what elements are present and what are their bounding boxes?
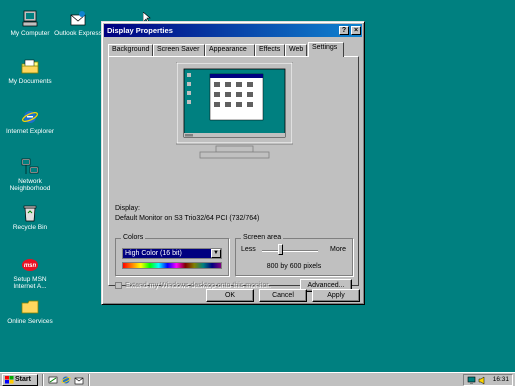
screen-area-value: 800 by 600 pixels: [266, 263, 322, 270]
chevron-down-icon[interactable]: ▼: [211, 249, 221, 258]
desktop-icon-setup-msn[interactable]: msn Setup MSN Internet A...: [2, 256, 58, 290]
desktop-icon-label: Internet Explorer: [5, 128, 55, 135]
outlook-express-icon: [70, 11, 86, 26]
settings-panel: Display: Default Monitor on S3 Trio32/64…: [108, 56, 359, 292]
desktop-icon-label: Outlook Express: [54, 30, 102, 37]
colors-group: Colors High Color (16 bit) ▼: [115, 234, 229, 276]
tab-background[interactable]: Background: [108, 44, 153, 56]
desktop-icon-online-services[interactable]: Online Services: [2, 298, 58, 325]
start-label: Start: [15, 376, 31, 383]
taskbar-divider: [42, 374, 44, 386]
desktop-icon-label: My Documents: [8, 78, 52, 85]
msn-icon: msn: [22, 259, 38, 271]
clock: 16:31: [492, 376, 509, 383]
display-value: Default Monitor on S3 Trio32/64 PCI (732…: [115, 215, 260, 222]
window-title: Display Properties: [107, 26, 173, 35]
system-tray: 16:31: [463, 374, 513, 386]
screen-area-group: Screen area Less More 800 by 600 pixels: [235, 234, 353, 276]
colors-select[interactable]: High Color (16 bit) ▼: [122, 248, 222, 259]
start-button[interactable]: Start: [2, 374, 38, 386]
svg-text:msn: msn: [24, 263, 37, 269]
tab-web[interactable]: Web: [285, 44, 307, 56]
desktop-icon-label: Recycle Bin: [12, 224, 48, 231]
tab-settings[interactable]: Settings: [308, 42, 344, 57]
desktop-icon-internet-explorer[interactable]: Internet Explorer: [2, 108, 58, 135]
tab-effects[interactable]: Effects: [255, 44, 285, 56]
monitor-preview: [176, 62, 293, 159]
tab-appearance[interactable]: Appearance: [205, 44, 255, 56]
desktop-icon-label: Online Services: [7, 318, 53, 325]
network-icon: [21, 158, 39, 174]
folder-icon: [21, 300, 39, 314]
folder-icon: [21, 59, 39, 74]
more-label: More: [330, 246, 346, 253]
close-button[interactable]: ×: [351, 26, 361, 35]
screen-area-slider[interactable]: [278, 244, 284, 255]
title-bar[interactable]: Display Properties ? ×: [104, 24, 362, 37]
windows-logo-icon: [5, 376, 14, 384]
desktop-icon-outlook-express[interactable]: Outlook Express: [50, 10, 106, 37]
slider-track: [262, 250, 318, 252]
my-computer-icon: [22, 10, 38, 27]
display-settings-icon[interactable]: [467, 376, 476, 385]
taskbar: Start 16:31: [0, 372, 515, 386]
desktop-icon-label: Network Neighborhood: [9, 178, 51, 192]
tab-screen-saver[interactable]: Screen Saver: [153, 44, 205, 56]
internet-explorer-icon[interactable]: [61, 375, 71, 385]
desktop-icon-label: Setup MSN Internet A...: [13, 276, 47, 290]
apply-button[interactable]: Apply: [312, 289, 360, 302]
less-label: Less: [241, 246, 256, 253]
color-spectrum-bar: [122, 262, 222, 269]
extend-desktop-checkbox[interactable]: [115, 282, 122, 289]
recycle-bin-icon: [23, 205, 37, 222]
ok-button[interactable]: OK: [206, 289, 254, 302]
volume-icon[interactable]: [478, 376, 487, 385]
show-desktop-icon[interactable]: [48, 375, 58, 385]
outlook-express-icon[interactable]: [74, 375, 84, 385]
display-properties-window: Display Properties ? × Background Screen…: [101, 21, 365, 305]
colors-label: Colors: [121, 234, 146, 241]
cancel-button[interactable]: Cancel: [259, 289, 307, 302]
taskbar-divider: [88, 374, 90, 386]
screen-area-label: Screen area: [241, 234, 284, 241]
display-label: Display:: [115, 205, 140, 212]
desktop-icon-recycle-bin[interactable]: Recycle Bin: [2, 204, 58, 231]
desktop-icon-network-neighborhood[interactable]: Network Neighborhood: [2, 158, 58, 192]
internet-explorer-icon: [22, 111, 38, 123]
extend-desktop-label: Extend my Windows desktop onto this moni…: [125, 282, 271, 289]
colors-select-value: High Color (16 bit): [125, 250, 182, 257]
help-button[interactable]: ?: [339, 26, 349, 35]
desktop-icon-my-documents[interactable]: My Documents: [2, 58, 58, 85]
